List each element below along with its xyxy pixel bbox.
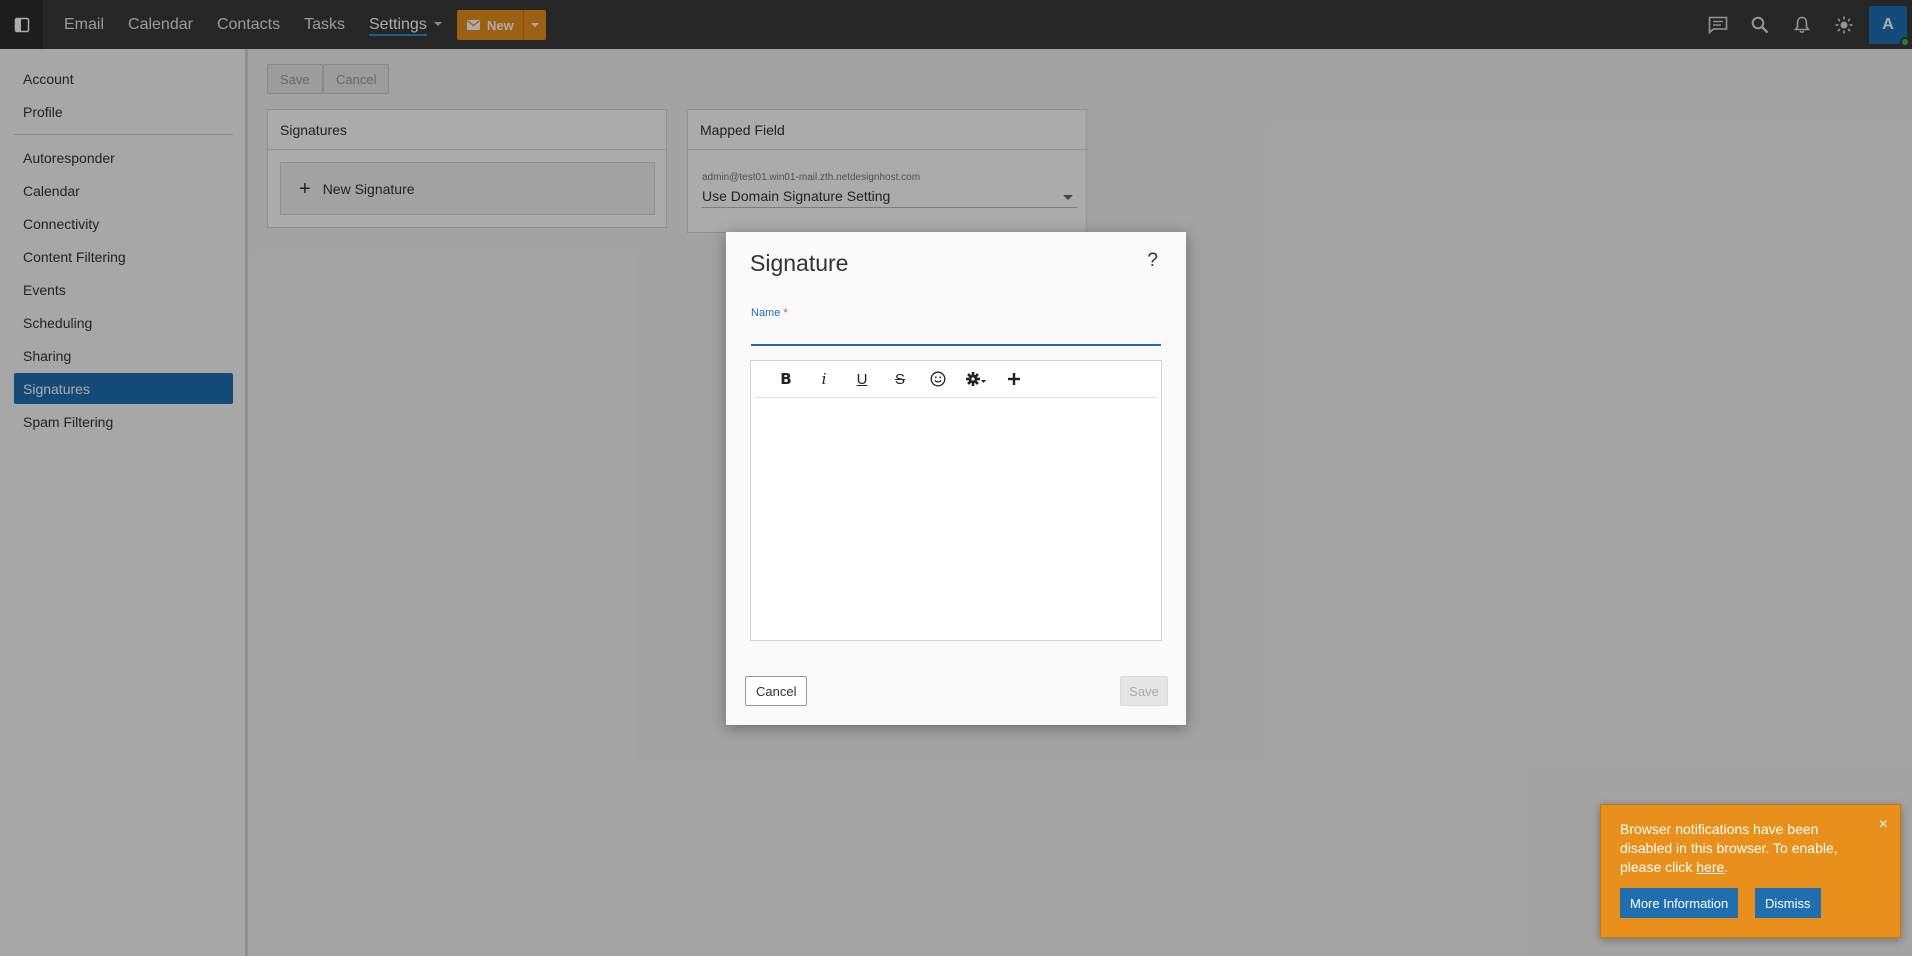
editor-content-area[interactable] <box>751 399 1161 640</box>
name-field-label: Name * <box>751 307 788 319</box>
insert-button[interactable] <box>995 364 1033 394</box>
notification-toast: Browser notifications have been disabled… <box>1600 804 1901 938</box>
dialog-title: Signature <box>750 250 849 276</box>
help-icon[interactable]: ? <box>1147 250 1158 272</box>
underline-button[interactable]: U <box>843 364 881 394</box>
editor-toolbar: B i U S <box>755 361 1157 398</box>
toast-message: Browser notifications have been disabled… <box>1620 820 1860 877</box>
plus-icon <box>1008 373 1020 385</box>
more-information-button[interactable]: More Information <box>1620 888 1739 918</box>
settings-dropdown-button[interactable] <box>957 364 995 394</box>
strikethrough-button[interactable]: S <box>881 364 919 394</box>
emoji-button[interactable] <box>919 364 957 394</box>
toast-message-text: Browser notifications have been disabled… <box>1620 821 1838 875</box>
signature-dialog: Signature ? Name * B i U S Cancel Save <box>726 232 1186 725</box>
dialog-save-button[interactable]: Save <box>1120 676 1168 706</box>
name-input[interactable] <box>751 322 1161 346</box>
toast-message-end: . <box>1724 859 1729 875</box>
toast-here-link[interactable]: here <box>1696 859 1724 875</box>
close-icon[interactable]: × <box>1879 817 1888 833</box>
bold-button[interactable]: B <box>767 364 805 394</box>
gear-icon <box>966 372 986 386</box>
required-mark: * <box>783 307 788 319</box>
smiley-icon <box>930 371 946 387</box>
signature-editor: B i U S <box>750 360 1162 641</box>
italic-button[interactable]: i <box>805 364 843 394</box>
dismiss-button[interactable]: Dismiss <box>1755 888 1821 918</box>
name-label-text: Name <box>751 307 781 319</box>
dialog-cancel-button[interactable]: Cancel <box>745 676 808 706</box>
